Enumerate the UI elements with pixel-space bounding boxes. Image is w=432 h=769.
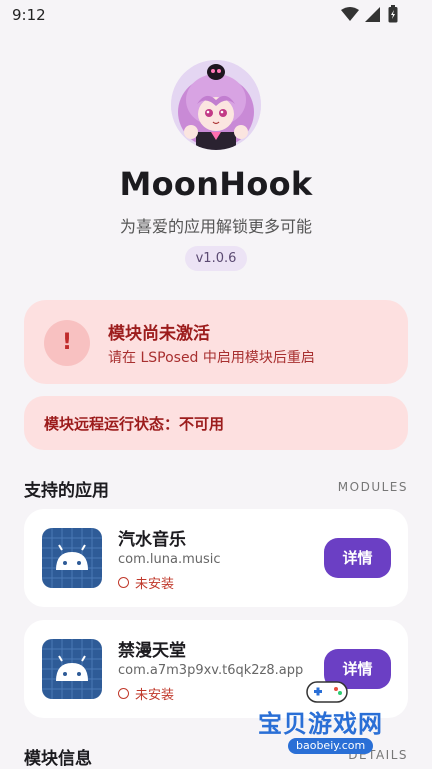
remote-status-card: 模块远程运行状态：不可用 <box>24 396 408 450</box>
status-bar: 9:12 <box>0 0 432 32</box>
version-badge: v1.0.6 <box>185 246 247 271</box>
watermark-text: 宝贝游戏网 <box>258 710 383 738</box>
status-time: 9:12 <box>12 6 46 24</box>
install-status: 未安装 <box>118 573 174 592</box>
install-status-label: 未安装 <box>135 577 175 592</box>
supported-apps-title: 支持的应用 <box>24 481 109 501</box>
android-icon <box>42 639 102 699</box>
battery-icon <box>388 5 398 23</box>
warning-title: 模块尚未激活 <box>108 324 210 344</box>
status-icons <box>341 7 380 22</box>
remote-status-text: 模块远程运行状态：不可用 <box>44 415 225 433</box>
app-avatar <box>171 60 261 150</box>
watermark-url: baobeiy.com <box>288 738 374 754</box>
android-icon <box>42 528 102 588</box>
app-package: com.luna.music <box>118 552 221 567</box>
modules-tag: MODULES <box>337 480 408 494</box>
install-status: 未安装 <box>118 684 174 703</box>
install-status-label: 未安装 <box>135 688 175 703</box>
app-card[interactable]: 汽水音乐 com.luna.music 未安装 详情 <box>24 509 408 607</box>
warning-description: 请在 LSPosed 中启用模块后重启 <box>108 350 315 366</box>
not-installed-icon <box>118 688 129 699</box>
app-title: MoonHook <box>119 165 313 203</box>
details-button[interactable]: 详情 <box>324 538 391 578</box>
gamepad-icon <box>306 681 348 703</box>
signal-icon <box>365 7 380 22</box>
app-name: 禁漫天堂 <box>118 641 186 661</box>
site-watermark: 宝贝游戏网 baobeiy.com <box>250 676 410 758</box>
module-inactive-card: ! 模块尚未激活 请在 LSPosed 中启用模块后重启 <box>24 300 408 384</box>
warning-icon: ! <box>44 320 90 366</box>
app-name: 汽水音乐 <box>118 530 186 550</box>
not-installed-icon <box>118 577 129 588</box>
app-subtitle: 为喜爱的应用解锁更多可能 <box>119 217 312 236</box>
module-info-title: 模块信息 <box>24 749 92 769</box>
wifi-icon <box>341 7 359 21</box>
